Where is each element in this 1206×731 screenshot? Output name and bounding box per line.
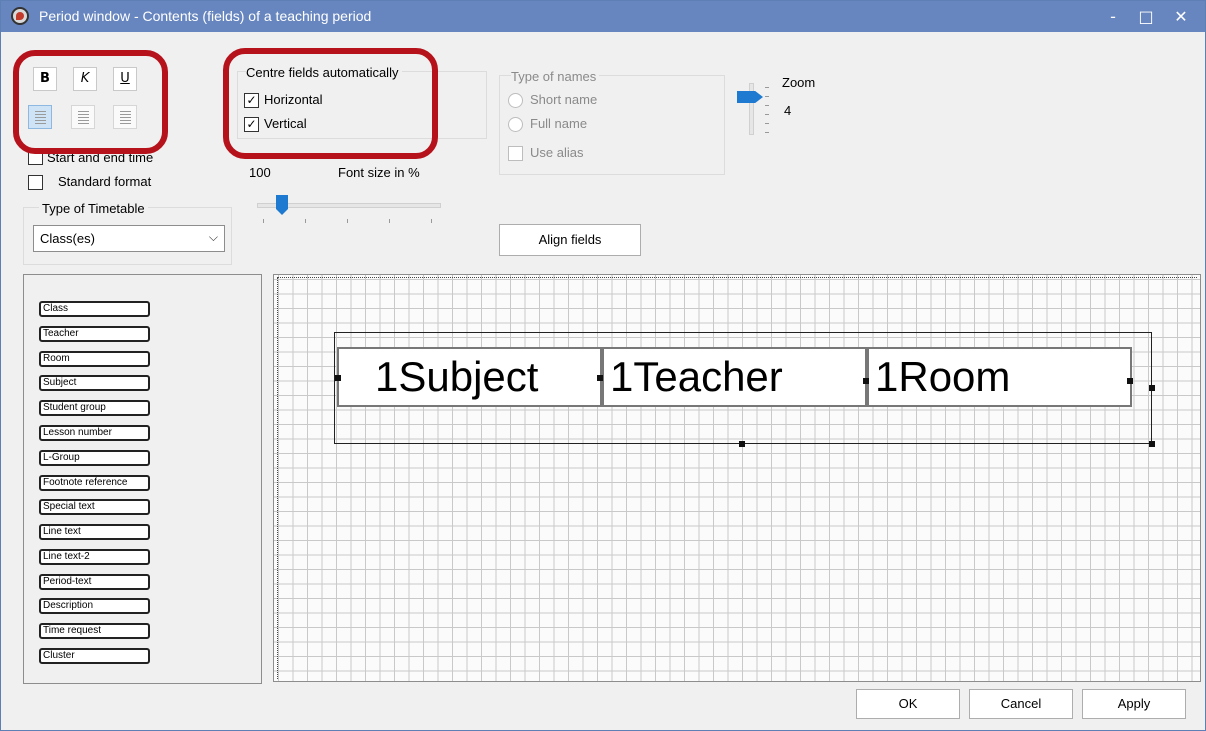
centre-fields-highlight xyxy=(223,48,438,159)
format-buttons-highlight xyxy=(13,50,168,154)
frame-handle-corner[interactable] xyxy=(1149,441,1155,447)
use-alias-checkbox[interactable] xyxy=(508,146,523,161)
cancel-button[interactable]: Cancel xyxy=(969,689,1073,719)
field-item-cluster[interactable]: Cluster xyxy=(39,648,150,664)
use-alias-label: Use alias xyxy=(530,145,584,160)
font-size-slider-ticks xyxy=(263,219,433,223)
field-item-student-group[interactable]: Student group xyxy=(39,400,150,416)
field-item-time-request[interactable]: Time request xyxy=(39,623,150,639)
field-item-description[interactable]: Description xyxy=(39,598,150,614)
zoom-slider-thumb[interactable] xyxy=(737,91,763,103)
short-name-label: Short name xyxy=(530,92,598,107)
field-item-room[interactable]: Room xyxy=(39,351,150,367)
align-fields-button[interactable]: Align fields xyxy=(499,224,641,256)
period-window: Period window - Contents (fields) of a t… xyxy=(0,0,1206,731)
lesson-field-subject[interactable]: 1Subject xyxy=(337,347,602,407)
app-icon xyxy=(11,7,29,25)
field-handle-subject-right[interactable] xyxy=(597,375,603,381)
field-item-line-text-2[interactable]: Line text-2 xyxy=(39,549,150,565)
standard-format-label: Standard format xyxy=(58,174,152,189)
lesson-field-teacher[interactable]: 1Teacher xyxy=(602,347,867,407)
field-item-lesson-number[interactable]: Lesson number xyxy=(39,425,150,441)
type-of-names-label: Type of names xyxy=(511,69,600,84)
standard-format-checkbox[interactable] xyxy=(28,175,43,190)
grid-border-dotted-vertical xyxy=(277,277,279,679)
field-item-l-group[interactable]: L-Group xyxy=(39,450,150,466)
field-list: Class Teacher Room Subject Student group… xyxy=(23,274,262,684)
field-item-class[interactable]: Class xyxy=(39,301,150,317)
frame-handle-right[interactable] xyxy=(1149,385,1155,391)
field-item-subject[interactable]: Subject xyxy=(39,375,150,391)
field-item-period-text[interactable]: Period-text xyxy=(39,574,150,590)
field-item-footnote-reference[interactable]: Footnote reference xyxy=(39,475,150,491)
field-item-teacher[interactable]: Teacher xyxy=(39,326,150,342)
minimize-button[interactable]: - xyxy=(1098,5,1128,29)
zoom-slider-ticks xyxy=(765,87,769,133)
apply-button[interactable]: Apply xyxy=(1082,689,1186,719)
short-name-radio[interactable] xyxy=(508,93,523,108)
zoom-value: 4 xyxy=(784,103,792,118)
field-handle-room-right[interactable] xyxy=(1127,378,1133,384)
ok-button[interactable]: OK xyxy=(856,689,960,719)
field-item-special-text[interactable]: Special text xyxy=(39,499,150,515)
zoom-slider[interactable] xyxy=(749,83,754,135)
timetable-label: Type of Timetable xyxy=(39,201,148,216)
timetable-select-value: Class(es) xyxy=(40,231,95,246)
zoom-label: Zoom xyxy=(782,75,816,90)
window-title: Period window - Contents (fields) of a t… xyxy=(39,8,372,24)
frame-handle-bottom[interactable] xyxy=(739,441,745,447)
close-button[interactable]: ✕ xyxy=(1166,5,1196,29)
full-name-label: Full name xyxy=(530,116,588,131)
field-handle-subject-left[interactable] xyxy=(335,375,341,381)
grid-border-dotted-horizontal xyxy=(277,277,1197,279)
lesson-field-room[interactable]: 1Room xyxy=(867,347,1132,407)
field-item-line-text[interactable]: Line text xyxy=(39,524,150,540)
chevron-down-icon: ⌵ xyxy=(208,230,218,244)
title-bar: Period window - Contents (fields) of a t… xyxy=(1,1,1205,32)
font-size-slider-thumb[interactable] xyxy=(276,195,288,215)
font-size-label: Font size in % xyxy=(338,165,420,180)
timetable-select[interactable]: Class(es) ⌵ xyxy=(33,225,225,252)
full-name-radio[interactable] xyxy=(508,117,523,132)
maximize-button[interactable]: □ xyxy=(1131,5,1161,29)
field-handle-teacher-right[interactable] xyxy=(863,378,869,384)
font-size-value: 100 xyxy=(249,165,271,180)
